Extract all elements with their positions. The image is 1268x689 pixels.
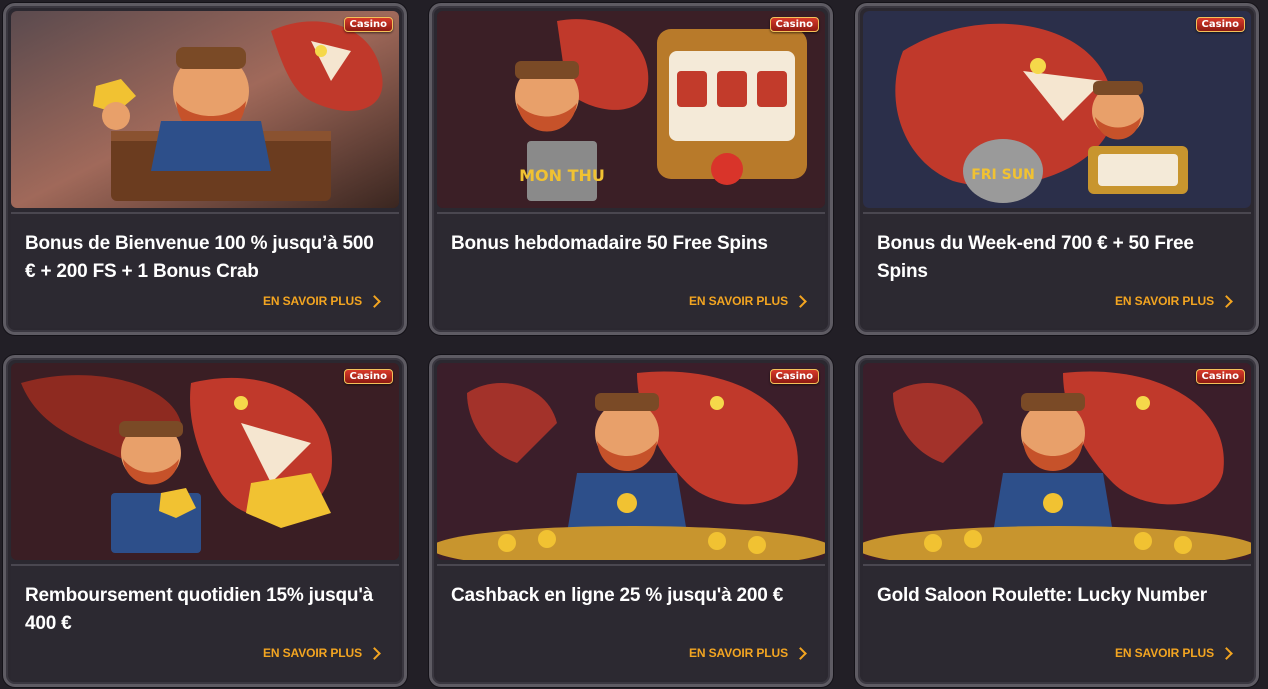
promotion-title: Gold Saloon Roulette: Lucky Number bbox=[877, 585, 1207, 606]
learn-more-label: EN SAVOIR PLUS bbox=[262, 294, 362, 308]
promotion-title: Bonus du Week-end 700 € + 50 Free Spins bbox=[877, 233, 1194, 282]
promotion-image[interactable]: Casino bbox=[11, 363, 399, 560]
casino-badge: Casino bbox=[1195, 17, 1245, 32]
learn-more-link[interactable]: EN SAVOIR PLUS bbox=[262, 646, 381, 660]
casino-badge: Casino bbox=[343, 17, 393, 32]
learn-more-label: EN SAVOIR PLUS bbox=[688, 294, 788, 308]
art-label: FRI SUN bbox=[971, 167, 1035, 183]
promotion-image[interactable]: Casino bbox=[437, 363, 825, 560]
promotion-body: Cashback en ligne 25 % jusqu'à 200 € EN … bbox=[437, 564, 825, 680]
casino-badge: Casino bbox=[343, 369, 393, 384]
learn-more-link[interactable]: EN SAVOIR PLUS bbox=[1114, 646, 1233, 660]
chevron-right-icon bbox=[794, 295, 807, 308]
promotion-body: Bonus du Week-end 700 € + 50 Free Spins … bbox=[863, 212, 1251, 328]
promotion-card-cashback[interactable]: Casino Cashback en ligne 25 % jusqu'à 20… bbox=[429, 355, 833, 687]
learn-more-label: EN SAVOIR PLUS bbox=[688, 646, 788, 660]
promotion-card-weekend-bonus[interactable]: FRI SUN Casino Bonus du Week-end 700 € +… bbox=[855, 3, 1259, 335]
promotion-body: Gold Saloon Roulette: Lucky Number EN SA… bbox=[863, 564, 1251, 680]
promotion-body: Bonus hebdomadaire 50 Free Spins EN SAVO… bbox=[437, 212, 825, 328]
coins-dragon-illustration bbox=[863, 363, 1251, 560]
art-label: MON THU bbox=[519, 166, 605, 185]
learn-more-link[interactable]: EN SAVOIR PLUS bbox=[1114, 294, 1233, 308]
promotion-image[interactable]: MON THU Casino bbox=[437, 11, 825, 208]
promotion-title: Cashback en ligne 25 % jusqu'à 200 € bbox=[451, 585, 784, 606]
coins-dragon-illustration bbox=[437, 363, 825, 560]
promotion-body: Remboursement quotidien 15% jusqu'à 400 … bbox=[11, 564, 399, 680]
dragon-slot-illustration: FRI SUN bbox=[863, 11, 1251, 208]
chevron-right-icon bbox=[1220, 647, 1233, 660]
learn-more-label: EN SAVOIR PLUS bbox=[262, 646, 362, 660]
promotion-title: Bonus hebdomadaire 50 Free Spins bbox=[451, 233, 768, 254]
chevron-right-icon bbox=[794, 647, 807, 660]
casino-badge: Casino bbox=[769, 369, 819, 384]
promotion-image[interactable]: Casino bbox=[11, 11, 399, 208]
promotion-image[interactable]: FRI SUN Casino bbox=[863, 11, 1251, 208]
learn-more-link[interactable]: EN SAVOIR PLUS bbox=[262, 294, 381, 308]
learn-more-label: EN SAVOIR PLUS bbox=[1114, 646, 1214, 660]
promotion-card-roulette-lucky-number[interactable]: Casino Gold Saloon Roulette: Lucky Numbe… bbox=[855, 355, 1259, 687]
chevron-right-icon bbox=[368, 647, 381, 660]
promotion-image[interactable]: Casino bbox=[863, 363, 1251, 560]
chevron-right-icon bbox=[1220, 295, 1233, 308]
learn-more-label: EN SAVOIR PLUS bbox=[1114, 294, 1214, 308]
learn-more-link[interactable]: EN SAVOIR PLUS bbox=[688, 646, 807, 660]
learn-more-link[interactable]: EN SAVOIR PLUS bbox=[688, 294, 807, 308]
promotions-grid: Casino Bonus de Bienvenue 100 % jusqu’à … bbox=[0, 0, 1268, 689]
chevron-right-icon bbox=[368, 295, 381, 308]
casino-badge: Casino bbox=[769, 17, 819, 32]
promotion-title: Remboursement quotidien 15% jusqu'à 400 … bbox=[25, 585, 374, 634]
slot-machine-illustration: MON THU bbox=[437, 11, 825, 208]
promotion-card-welcome-bonus[interactable]: Casino Bonus de Bienvenue 100 % jusqu’à … bbox=[3, 3, 407, 335]
promotion-card-daily-refund[interactable]: Casino Remboursement quotidien 15% jusqu… bbox=[3, 355, 407, 687]
miner-dragon-illustration bbox=[11, 11, 399, 208]
gold-dragon-illustration bbox=[11, 363, 399, 560]
promotion-title: Bonus de Bienvenue 100 % jusqu’à 500 € +… bbox=[25, 233, 374, 282]
casino-badge: Casino bbox=[1195, 369, 1245, 384]
promotion-body: Bonus de Bienvenue 100 % jusqu’à 500 € +… bbox=[11, 212, 399, 328]
promotion-card-weekly-bonus[interactable]: MON THU Casino Bonus hebdomadaire 50 Fre… bbox=[429, 3, 833, 335]
